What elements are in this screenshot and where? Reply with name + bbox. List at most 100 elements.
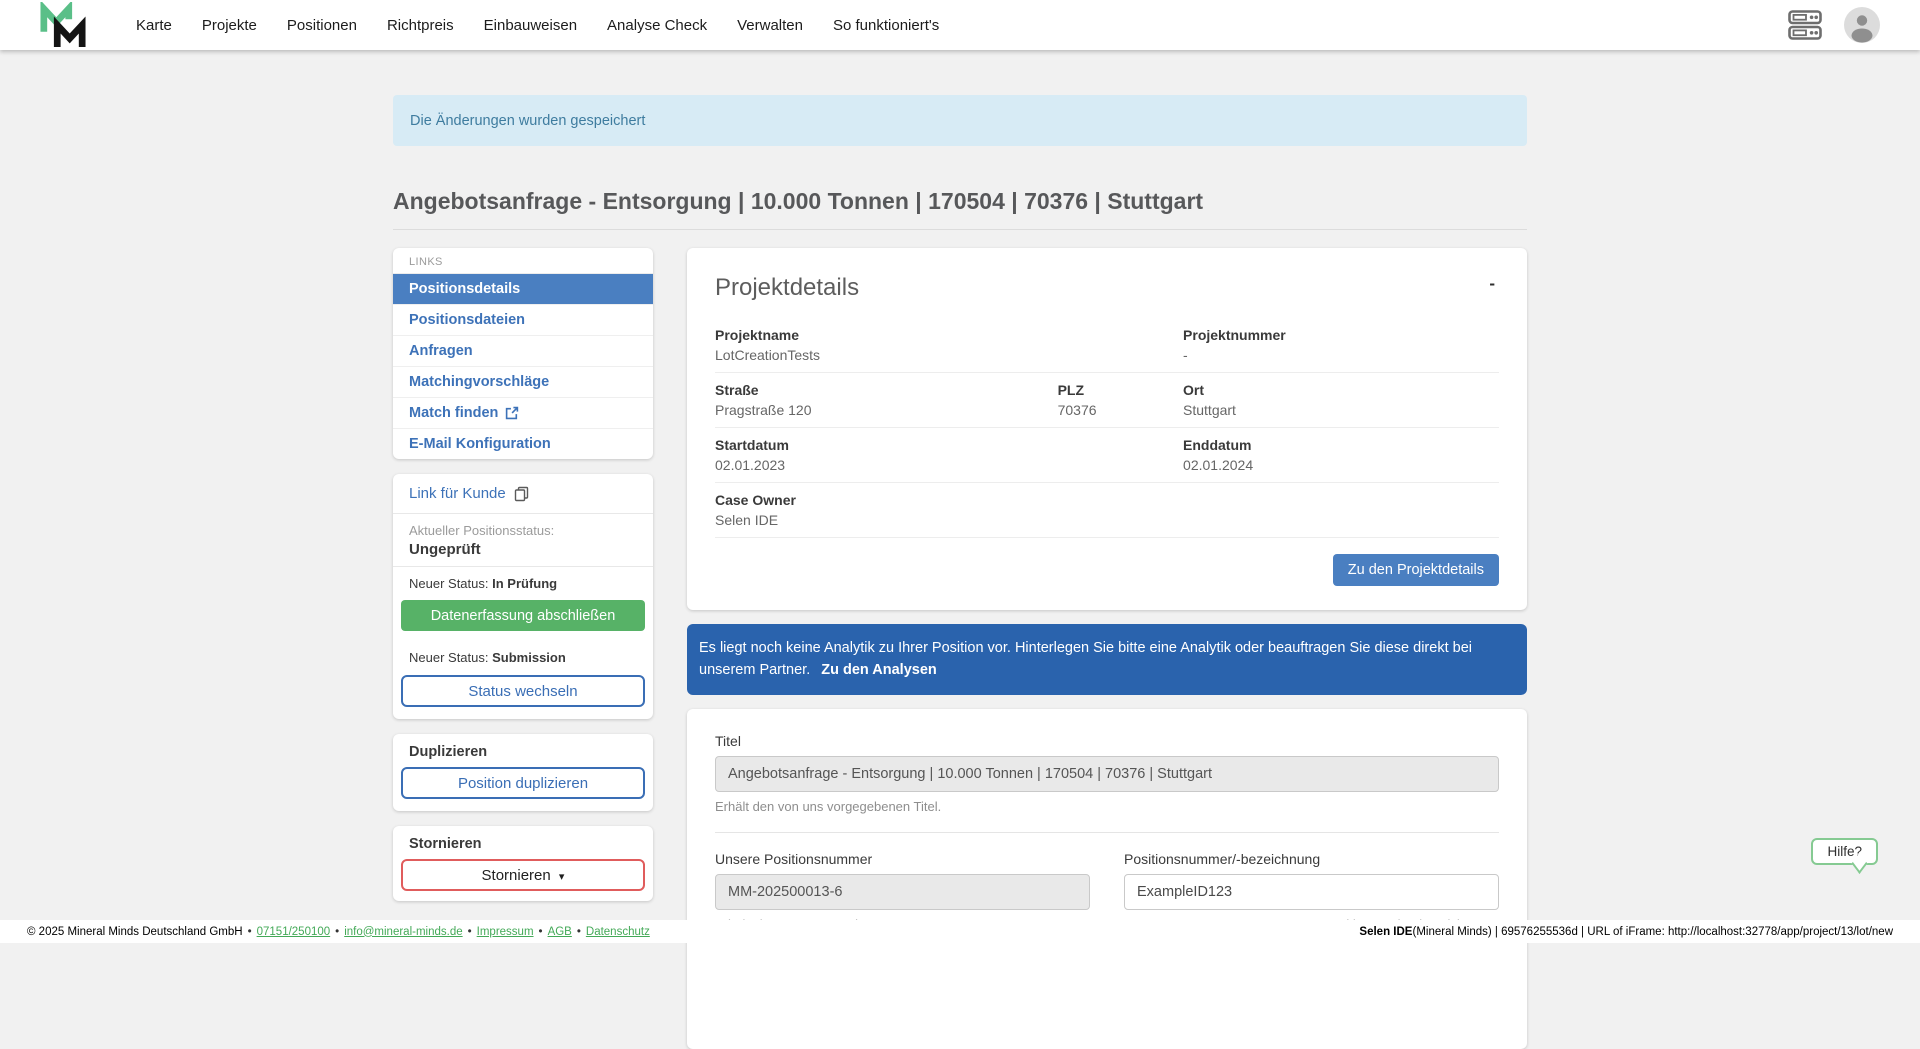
- field-projektnummer: Projektnummer -: [1183, 327, 1499, 363]
- footer-separator: •: [248, 926, 252, 938]
- custom-number-input[interactable]: [1124, 874, 1499, 910]
- links-header: LINKS: [393, 248, 653, 274]
- footer-link-phone[interactable]: 07151/250100: [257, 926, 331, 938]
- help-button[interactable]: Hilfe?: [1811, 838, 1878, 865]
- complete-data-entry-button[interactable]: Datenerfassung abschließen: [401, 600, 645, 631]
- field-label: Projektnummer: [1183, 327, 1499, 343]
- sidebar-item-label: Positionsdetails: [409, 281, 520, 297]
- new-status-value: Submission: [492, 650, 566, 665]
- current-status-label: Aktueller Positionsstatus:: [409, 523, 637, 538]
- cancel-card: Stornieren Stornieren ▾: [393, 826, 653, 901]
- footer-link-datenschutz[interactable]: Datenschutz: [586, 926, 650, 938]
- footer-session-info: Selen IDE (Mineral Minds) | 69576255536d…: [1359, 926, 1893, 938]
- field-enddatum: Enddatum 02.01.2024: [1183, 437, 1499, 473]
- sidebar-item-matchingvorschlaege[interactable]: Matchingvorschläge: [393, 367, 653, 398]
- page-title: Angebotsanfrage - Entsorgung | 10.000 To…: [393, 188, 1527, 215]
- duplicate-card: Duplizieren Position duplizieren: [393, 734, 653, 811]
- our-number-input: [715, 874, 1090, 910]
- copyright-text: © 2025 Mineral Minds Deutschland GmbH: [27, 926, 243, 938]
- current-status-block: Aktueller Positionsstatus: Ungeprüft: [393, 514, 653, 567]
- title-field-input: [715, 756, 1499, 792]
- switch-status-button[interactable]: Status wechseln: [401, 675, 645, 707]
- nav-item-analyse-check[interactable]: Analyse Check: [607, 17, 707, 34]
- top-navigation-bar: Karte Projekte Positionen Richtpreis Ein…: [0, 0, 1920, 50]
- sidebar-item-positionsdetails[interactable]: Positionsdetails: [393, 274, 653, 305]
- analytics-banner: Es liegt noch keine Analytik zu Ihrer Po…: [687, 624, 1527, 695]
- title-field-helper: Erhält den von uns vorgegebenen Titel.: [715, 799, 1499, 814]
- nav-item-richtpreis[interactable]: Richtpreis: [387, 17, 454, 34]
- customer-link[interactable]: Link für Kunde: [393, 474, 653, 514]
- cancel-dropdown-button[interactable]: Stornieren ▾: [401, 859, 645, 891]
- footer-link-agb[interactable]: AGB: [548, 926, 572, 938]
- nav-item-so-funktionierts[interactable]: So funktioniert's: [833, 17, 939, 34]
- field-value: Selen IDE: [715, 512, 1499, 528]
- field-projektname: Projektname LotCreationTests: [715, 327, 1183, 363]
- sidebar-item-label: Positionsdateien: [409, 312, 525, 328]
- cancel-button-label: Stornieren: [482, 867, 551, 884]
- field-startdatum: Startdatum 02.01.2023: [715, 437, 1183, 473]
- new-status-prefix: Neuer Status:: [409, 650, 492, 665]
- duplicate-position-button[interactable]: Position duplizieren: [401, 767, 645, 799]
- field-label: Straße: [715, 382, 1058, 398]
- form-divider: [715, 832, 1499, 833]
- server-rack-icon[interactable]: [1788, 10, 1822, 40]
- nav-item-positionen[interactable]: Positionen: [287, 17, 357, 34]
- position-form-card: Titel Erhält den von uns vorgegebenen Ti…: [687, 709, 1527, 1049]
- sidebar-item-anfragen[interactable]: Anfragen: [393, 336, 653, 367]
- custom-number-label: Positionsnummer/-bezeichnung: [1124, 851, 1499, 867]
- footer-separator: •: [335, 926, 339, 938]
- analytics-banner-text: Es liegt noch keine Analytik zu Ihrer Po…: [699, 640, 1472, 678]
- user-avatar[interactable]: [1844, 7, 1880, 43]
- field-label: Startdatum: [715, 437, 1183, 453]
- sidebar-item-label: Match finden: [409, 405, 498, 421]
- nav-item-einbauweisen[interactable]: Einbauweisen: [484, 17, 577, 34]
- field-value: LotCreationTests: [715, 347, 1183, 363]
- external-link-icon: [505, 406, 519, 420]
- project-details-title: Projektdetails: [715, 274, 859, 302]
- field-value: 02.01.2023: [715, 457, 1183, 473]
- sidebar-item-label: Matchingvorschläge: [409, 374, 549, 390]
- field-value: 02.01.2024: [1183, 457, 1499, 473]
- field-label: Ort: [1183, 382, 1499, 398]
- nav-item-verwalten[interactable]: Verwalten: [737, 17, 803, 34]
- sidebar-item-label: E-Mail Konfiguration: [409, 436, 551, 452]
- person-icon: [1844, 7, 1880, 43]
- new-status-value: In Prüfung: [492, 576, 557, 591]
- nav-item-projekte[interactable]: Projekte: [202, 17, 257, 34]
- customer-link-label: Link für Kunde: [409, 485, 506, 502]
- footer-separator: •: [468, 926, 472, 938]
- alert-text: Die Änderungen wurden gespeichert: [410, 113, 645, 129]
- collapse-icon[interactable]: -: [1485, 274, 1499, 294]
- main-nav: Karte Projekte Positionen Richtpreis Ein…: [136, 17, 939, 34]
- title-field-label: Titel: [715, 733, 1499, 749]
- project-fields: Projektname LotCreationTests Projektnumm…: [715, 318, 1499, 538]
- duplicate-heading: Duplizieren: [393, 734, 653, 763]
- current-status-value: Ungeprüft: [409, 541, 637, 558]
- sidebar: LINKS Positionsdetails Positionsdateien …: [393, 248, 653, 916]
- footer-link-impressum[interactable]: Impressum: [477, 926, 534, 938]
- field-plz: PLZ 70376: [1058, 382, 1183, 418]
- logo-icon: [38, 2, 88, 48]
- sidebar-item-email-konfiguration[interactable]: E-Mail Konfiguration: [393, 429, 653, 459]
- goto-analyses-link[interactable]: Zu den Analysen: [821, 662, 936, 678]
- status-card: Link für Kunde Aktueller Positionsstatus…: [393, 474, 653, 719]
- sidebar-item-label: Anfragen: [409, 343, 473, 359]
- copy-icon: [514, 486, 529, 502]
- our-number-label: Unsere Positionsnummer: [715, 851, 1090, 867]
- new-status-submission: Neuer Status: Submission: [393, 641, 653, 671]
- field-value: Stuttgart: [1183, 402, 1499, 418]
- footer-link-email[interactable]: info@mineral-minds.de: [344, 926, 462, 938]
- sidebar-item-match-finden[interactable]: Match finden: [393, 398, 653, 429]
- field-label: Enddatum: [1183, 437, 1499, 453]
- field-value: 70376: [1058, 402, 1183, 418]
- goto-project-details-button[interactable]: Zu den Projektdetails: [1333, 554, 1499, 586]
- field-label: PLZ: [1058, 382, 1183, 398]
- footer-separator: •: [539, 926, 543, 938]
- field-value: Pragstraße 120: [715, 402, 1058, 418]
- caret-down-icon: ▾: [559, 871, 565, 883]
- mineral-minds-logo[interactable]: [38, 2, 88, 48]
- nav-item-karte[interactable]: Karte: [136, 17, 172, 34]
- sidebar-item-positionsdateien[interactable]: Positionsdateien: [393, 305, 653, 336]
- footer: © 2025 Mineral Minds Deutschland GmbH • …: [0, 920, 1920, 943]
- field-label: Projektname: [715, 327, 1183, 343]
